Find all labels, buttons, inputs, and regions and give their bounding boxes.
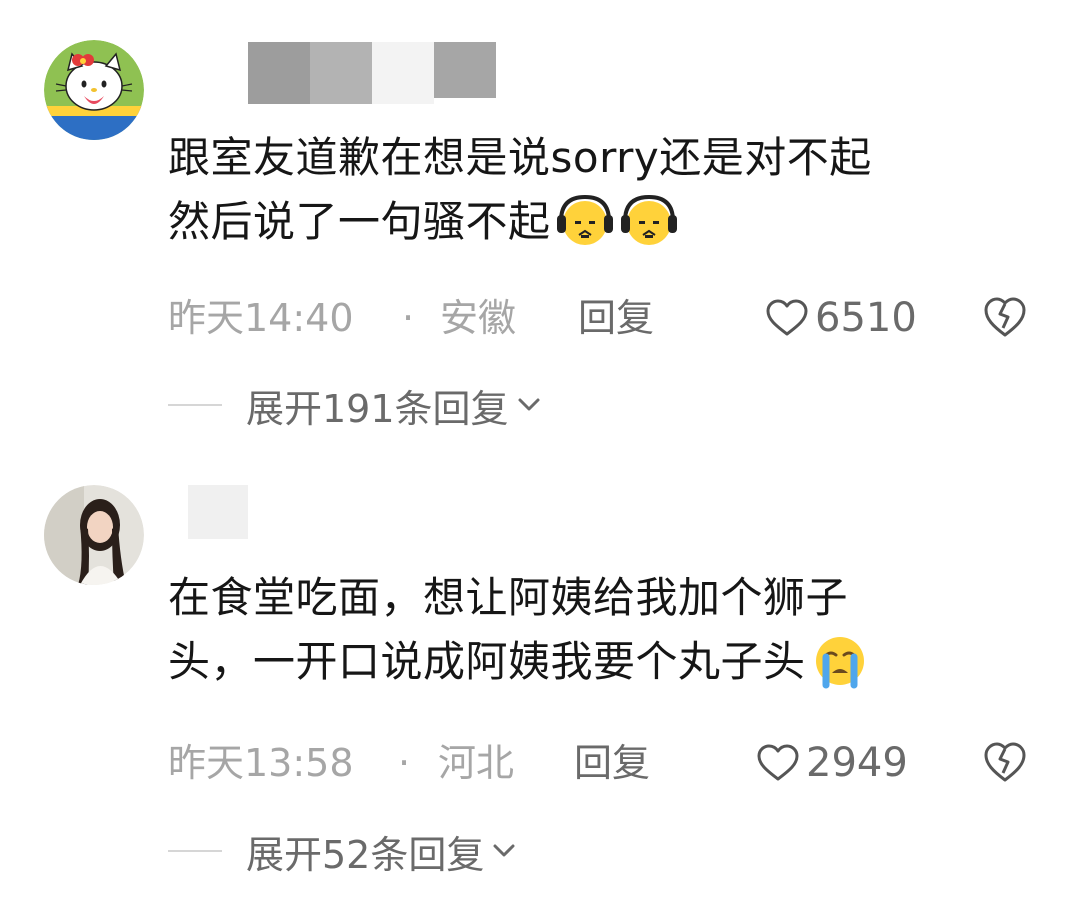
like-count: 2949 <box>806 740 908 786</box>
comment-location: 河北 <box>438 741 515 785</box>
broken-heart-icon[interactable] <box>982 295 1028 339</box>
comment-meta: 昨天13:58 · 河北 回复 2949 <box>168 738 1048 788</box>
headphone-sweat-emoji <box>620 194 677 245</box>
comment-time: 昨天14:40 <box>168 296 354 340</box>
expand-replies-label: 展开191条回复 <box>246 386 509 431</box>
comment-text-line: 然后说了一句骚不起 <box>168 190 1048 254</box>
like-button[interactable]: 6510 <box>765 293 917 343</box>
comment-text-line-content: 头，一开口说成阿姨我要个丸子头 <box>168 637 806 686</box>
comment-text-line: 跟室友道歉在想是说sorry还是对不起 <box>168 133 872 182</box>
comment-text: 在食堂吃面，想让阿姨给我加个狮子 头，一开口说成阿姨我要个丸子头 <box>168 566 1048 694</box>
expand-replies-label: 展开52条回复 <box>246 832 485 877</box>
reply-button[interactable]: 回复 <box>578 293 654 343</box>
avatar[interactable] <box>44 485 144 585</box>
meta-separator: · <box>402 296 415 340</box>
like-button[interactable]: 2949 <box>756 738 908 788</box>
heart-outline-icon <box>757 744 799 781</box>
expand-replies-button[interactable]: 展开52条回复 <box>168 826 518 877</box>
comment-location: 安徽 <box>440 296 517 340</box>
reply-button[interactable]: 回复 <box>574 738 650 788</box>
chevron-down-icon <box>493 844 515 857</box>
divider-line <box>168 850 222 852</box>
comment-text-line: 头，一开口说成阿姨我要个丸子头 <box>168 630 1048 694</box>
divider-line <box>168 404 222 406</box>
comment-text-line-content: 然后说了一句骚不起 <box>168 197 551 246</box>
crying-emoji <box>815 636 864 688</box>
comment-item: 跟室友道歉在想是说sorry还是对不起 然后说了一句骚不起 昨天14:40 · … <box>0 0 1080 455</box>
like-count: 6510 <box>815 295 917 341</box>
chevron-down-icon <box>518 398 540 411</box>
heart-outline-icon <box>766 299 808 336</box>
comment-time: 昨天13:58 <box>168 741 354 785</box>
expand-replies-button[interactable]: 展开191条回复 <box>168 380 543 431</box>
avatar[interactable] <box>44 40 144 140</box>
comment-item: 在食堂吃面，想让阿姨给我加个狮子 头，一开口说成阿姨我要个丸子头 昨天13:58… <box>0 455 1080 911</box>
broken-heart-icon[interactable] <box>982 740 1028 784</box>
comment-text: 跟室友道歉在想是说sorry还是对不起 然后说了一句骚不起 <box>168 126 1048 254</box>
headphone-sweat-emoji <box>556 194 613 245</box>
meta-separator: · <box>398 741 411 785</box>
comment-text-line: 在食堂吃面，想让阿姨给我加个狮子 <box>168 573 849 622</box>
comment-meta: 昨天14:40 · 安徽 回复 6510 <box>168 293 1048 343</box>
